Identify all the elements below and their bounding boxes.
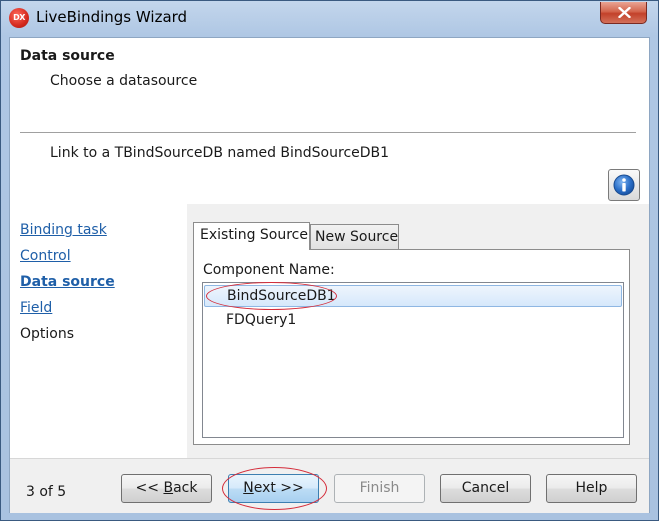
component-name-label: Component Name: xyxy=(203,262,335,278)
back-button-rest: ack xyxy=(173,480,198,496)
content-panel: Existing Source New Source Component Nam… xyxy=(187,204,649,458)
cancel-button[interactable]: Cancel xyxy=(440,474,531,503)
info-icon xyxy=(613,174,635,196)
list-item-bindsourcedb1[interactable]: BindSourceDB1 xyxy=(204,285,622,307)
tab-panel-existing-source: Component Name: BindSourceDB1 FDQuery1 xyxy=(193,249,630,445)
header-panel: Data source Choose a datasource Link to … xyxy=(10,38,649,204)
wizard-window: DX LiveBindings Wizard Data source Choos… xyxy=(0,0,659,521)
binding-description: Link to a TBindSourceDB named BindSource… xyxy=(50,145,390,161)
page-title: Data source xyxy=(20,48,115,64)
step-field[interactable]: Field xyxy=(20,300,52,316)
delphi-app-icon: DX xyxy=(9,8,29,28)
step-control[interactable]: Control xyxy=(20,248,71,264)
back-button[interactable]: << Back xyxy=(121,474,212,503)
step-binding-task[interactable]: Binding task xyxy=(20,222,107,238)
next-button[interactable]: Next >> xyxy=(228,474,319,503)
tab-existing-source[interactable]: Existing Source xyxy=(193,222,310,250)
step-options: Options xyxy=(20,326,75,342)
tab-new-source[interactable]: New Source xyxy=(310,224,399,250)
header-divider xyxy=(20,132,636,133)
back-button-prefix: << xyxy=(135,480,164,496)
back-button-hotkey: B xyxy=(163,480,174,496)
title-bar[interactable]: DX LiveBindings Wizard xyxy=(1,1,658,37)
window-title: LiveBindings Wizard xyxy=(36,8,188,26)
wizard-client-area: Data source Choose a datasource Link to … xyxy=(9,37,650,513)
help-button[interactable]: Help xyxy=(546,474,637,503)
next-button-hotkey: N xyxy=(243,480,254,496)
close-icon xyxy=(618,7,631,18)
close-button[interactable] xyxy=(600,2,647,24)
wizard-footer: 3 of 5 << Back Next >> Finish Cancel Hel… xyxy=(10,458,649,513)
page-subtitle: Choose a datasource xyxy=(50,73,198,89)
component-listbox[interactable]: BindSourceDB1 FDQuery1 xyxy=(202,282,624,438)
wizard-steps: Binding task Control Data source Field O… xyxy=(10,204,187,458)
list-item-fdquery1[interactable]: FDQuery1 xyxy=(204,309,622,331)
page-counter: 3 of 5 xyxy=(26,484,67,500)
info-button[interactable] xyxy=(608,169,640,201)
step-data-source[interactable]: Data source xyxy=(20,274,115,290)
finish-button: Finish xyxy=(334,474,425,503)
next-button-rest: ext >> xyxy=(253,480,304,496)
